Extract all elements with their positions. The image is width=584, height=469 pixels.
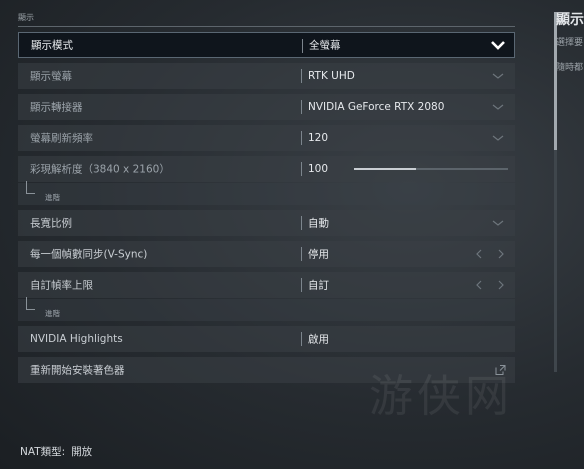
divider xyxy=(301,69,302,83)
chevron-down-icon[interactable] xyxy=(491,102,505,112)
nvidia-highlights-label: NVIDIA Highlights xyxy=(30,333,123,345)
display-monitor-value: RTK UHD xyxy=(308,70,355,82)
chevron-down-icon[interactable] xyxy=(490,39,506,51)
vsync-row[interactable]: 每一個幀數同步(V-Sync) 停用 xyxy=(18,241,515,267)
nvidia-highlights-row[interactable]: NVIDIA Highlights 啟用 xyxy=(18,326,515,352)
display-adapter-label: 顯示轉接器 xyxy=(30,101,83,114)
display-mode-row[interactable]: 顯示模式 全螢幕 xyxy=(18,32,515,58)
aspect-ratio-label: 長寬比例 xyxy=(30,217,72,230)
chevron-left-icon[interactable] xyxy=(474,279,484,291)
framerate-limit-value: 自訂 xyxy=(308,279,329,292)
framerate-limit-row[interactable]: 自訂幀率上限 自訂 xyxy=(18,272,515,298)
render-resolution-value: 100 xyxy=(308,163,329,175)
chevron-down-icon[interactable] xyxy=(491,133,505,143)
render-resolution-slider[interactable] xyxy=(354,168,508,170)
divider xyxy=(301,216,302,230)
display-monitor-label: 顯示螢幕 xyxy=(30,70,72,83)
side-panel-text: 選擇要 xyxy=(556,38,584,48)
side-panel-text: 隨時都 xyxy=(556,63,584,73)
nat-type-value: 開放 xyxy=(71,446,93,458)
tree-connector xyxy=(26,297,35,310)
display-adapter-value: NVIDIA GeForce RTX 2080 xyxy=(308,101,445,113)
vsync-label: 每一個幀數同步(V-Sync) xyxy=(30,248,148,261)
settings-list: 顯示模式 全螢幕 顯示螢幕 RTK UHD 顯示轉接器 NVIDIA GeFor… xyxy=(18,32,515,388)
framerate-limit-label: 自訂幀率上限 xyxy=(30,279,93,292)
divider xyxy=(301,162,302,176)
divider xyxy=(301,278,302,292)
vsync-value: 停用 xyxy=(308,248,329,261)
chevron-down-icon[interactable] xyxy=(491,218,505,228)
divider xyxy=(301,332,302,346)
aspect-ratio-row[interactable]: 長寬比例 自動 xyxy=(18,210,515,236)
display-adapter-row[interactable]: 顯示轉接器 NVIDIA GeForce RTX 2080 xyxy=(18,94,515,120)
refresh-rate-label: 螢幕刷新頻率 xyxy=(30,132,93,145)
advanced-label: 進階 xyxy=(45,193,60,202)
display-mode-label: 顯示模式 xyxy=(31,39,73,52)
render-resolution-row[interactable]: 彩現解析度（3840 x 2160） 100 xyxy=(18,156,515,182)
nat-type: NAT類型: 開放 xyxy=(20,444,92,459)
chevron-left-icon[interactable] xyxy=(474,248,484,260)
display-monitor-row[interactable]: 顯示螢幕 RTK UHD xyxy=(18,63,515,89)
display-mode-value: 全螢幕 xyxy=(309,39,341,52)
nat-type-label: NAT類型: xyxy=(20,446,66,458)
advanced-sub-row[interactable]: 進階 xyxy=(18,297,515,321)
chevron-right-icon[interactable] xyxy=(496,279,506,291)
scrollbar-thumb[interactable] xyxy=(554,12,557,150)
advanced-label: 進階 xyxy=(45,309,60,318)
divider xyxy=(301,100,302,114)
refresh-rate-value: 120 xyxy=(308,132,329,144)
section-header: 顯示 xyxy=(18,12,515,27)
value-stepper xyxy=(474,279,506,291)
reinstall-shaders-label: 重新開始安裝著色器 xyxy=(30,364,125,377)
divider xyxy=(301,131,302,145)
divider xyxy=(301,247,302,261)
tree-connector xyxy=(26,181,35,194)
divider xyxy=(302,39,303,53)
render-resolution-label: 彩現解析度（3840 x 2160） xyxy=(30,163,170,176)
watermark: 游侠网 xyxy=(369,371,513,422)
slider-fill xyxy=(354,168,416,170)
value-stepper xyxy=(474,248,506,260)
aspect-ratio-value: 自動 xyxy=(308,217,329,230)
chevron-right-icon[interactable] xyxy=(496,248,506,260)
refresh-rate-row[interactable]: 螢幕刷新頻率 120 xyxy=(18,125,515,151)
advanced-sub-row[interactable]: 進階 xyxy=(18,181,515,205)
nvidia-highlights-value: 啟用 xyxy=(308,333,329,346)
chevron-down-icon[interactable] xyxy=(491,71,505,81)
side-panel-title: 顯示 xyxy=(556,12,584,28)
